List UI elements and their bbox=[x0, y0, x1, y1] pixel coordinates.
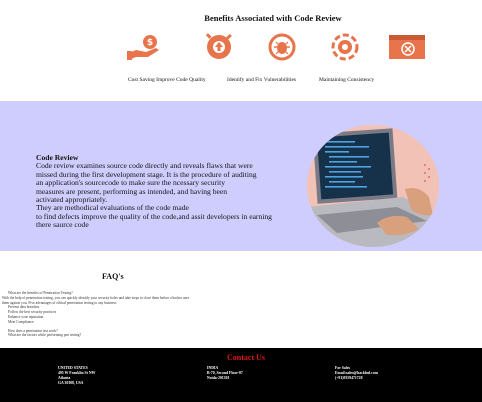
benefits-title: Benefits Associated with Code Review bbox=[204, 13, 342, 23]
footer-line: GA 30308, USA bbox=[58, 381, 84, 385]
browser-error-icon bbox=[387, 33, 427, 61]
dollar-hand-icon: $ bbox=[126, 33, 166, 61]
gear-refresh-icon bbox=[325, 33, 365, 61]
faq-title: FAQ's bbox=[102, 272, 124, 281]
laptop-image bbox=[307, 125, 439, 247]
bug-icon bbox=[262, 33, 302, 61]
footer-address-india: INDIA B-70, Second Floor-07 Noida-201301 bbox=[207, 366, 243, 381]
footer-title: Contact Us bbox=[227, 353, 265, 362]
code-review-line: there saurce code bbox=[36, 220, 89, 230]
footer-address-us: UNITED STATES 495 W Franklin St NW Atlan… bbox=[58, 366, 95, 386]
benefit-label-vulnerabilities: Identify and Fix Vulnerabilities bbox=[227, 77, 297, 83]
benefit-label-cost-saving: Cost Saving Improve Code Quality bbox=[128, 77, 206, 83]
benefit-label-consistency: Maintaining Consistency bbox=[319, 77, 375, 83]
faq-list: What are the benefits of Penetration Tes… bbox=[2, 291, 302, 338]
cloud-upload-icon bbox=[199, 33, 239, 61]
footer-phone-link[interactable]: (+91)9359471720 bbox=[335, 376, 378, 381]
faq-item[interactable]: What are the factors while performing pe… bbox=[2, 333, 302, 338]
svg-text:$: $ bbox=[147, 38, 153, 48]
code-review-text: Code Review Code review examines source … bbox=[36, 153, 298, 230]
footer-line: Noida-201301 bbox=[207, 376, 230, 380]
footer-sales-contact: For Sales Email:sales@hackbul.com (+91)9… bbox=[335, 366, 378, 381]
